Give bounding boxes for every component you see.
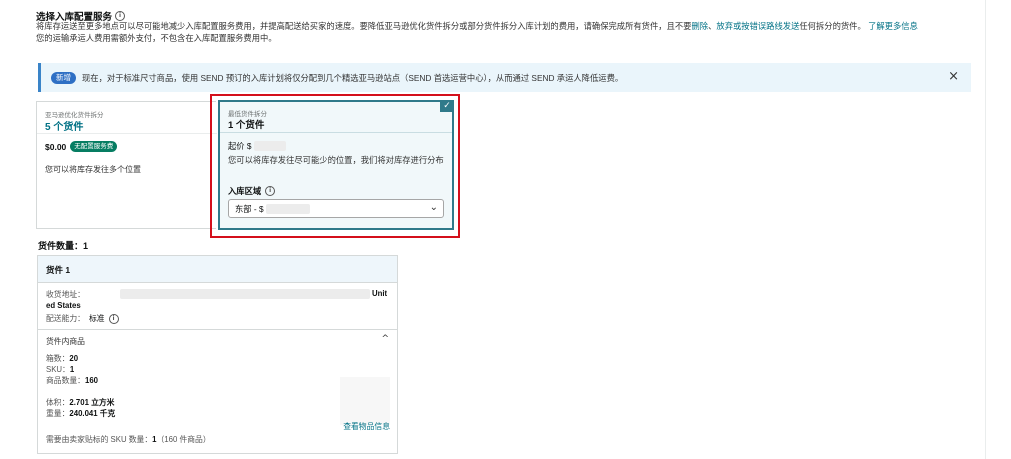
sku-value: 1	[69, 365, 75, 374]
sku-note-tail: （160 件商品）	[156, 435, 211, 444]
info-banner: 新增 现在，对于标准尺寸商品，使用 SEND 预订的入库计划将仅分配到几个精选亚…	[38, 63, 971, 92]
capability-value: 标准	[88, 314, 105, 323]
box-count: 箱数：20	[46, 353, 78, 364]
option-amazon-optimized[interactable]: 亚马逊优化货件拆分 5 个货件 $0.00 无配置服务费 您可以将库存发往多个位…	[36, 101, 217, 229]
chevron-up-icon[interactable]: ^	[381, 334, 389, 344]
weight: 重量：240.041 千克	[46, 408, 115, 419]
checkmark-icon: ✓	[440, 100, 454, 112]
items-section-title: 货件内商品	[46, 337, 85, 346]
shipment-header: 货件 1	[38, 256, 397, 283]
price-row: 起价 $	[228, 140, 286, 152]
redacted-address	[120, 289, 370, 299]
chevron-down-icon: ⌄	[429, 202, 438, 213]
capability-label: 配送能力：	[46, 314, 85, 323]
section-description: 将库存运送至更多地点可以尽可能地减少入库配置服务费用，并提高配送给买家的速度。要…	[36, 21, 966, 44]
redacted-region	[265, 203, 310, 214]
shipment-count-heading: 货件数量：1	[38, 241, 89, 251]
volume: 体积：2.701 立方米	[46, 397, 114, 408]
divider	[38, 329, 397, 330]
inbound-config-page: 选择入库配置服务 i 将库存运送至更多地点可以尽可能地减少入库配置服务费用，并提…	[24, 0, 986, 459]
product-thumbnail	[340, 377, 390, 425]
new-badge: 新增	[51, 71, 76, 84]
view-items-link[interactable]: 查看物品信息	[343, 421, 390, 432]
desc-carrier-note: 您的运输承运人费用需额外支付，不包含在入库配置服务费用中。	[36, 32, 277, 43]
option-note: 您可以将库存发往多个位置	[45, 165, 141, 174]
shipment-count: 1 个货件	[228, 120, 265, 131]
box-label: 箱数：	[46, 354, 70, 363]
banner-text: 现在，对于标准尺寸商品，使用 SEND 预订的入库计划将仅分配到几个精选亚马逊站…	[82, 72, 624, 83]
address-tail: Unit	[372, 289, 388, 298]
weight-label: 重量：	[46, 409, 70, 418]
divider	[220, 132, 452, 133]
seller-label-sku-note: 需要由卖家贴标的 SKU 数量：1（160 件商品）	[46, 434, 211, 445]
price-row: $0.00 无配置服务费	[45, 141, 118, 152]
sku-count: SKU：1	[46, 364, 74, 375]
address-line2: ed States	[46, 301, 81, 310]
region-selected-value: 东部 - $	[235, 203, 264, 214]
shipment-card: 货件 1 收货地址： Unit ed States 配送能力： 标准 i 货件内…	[37, 255, 398, 454]
item-quantity: 商品数量：160	[46, 375, 98, 386]
region-select[interactable]: 东部 - $ ⌄	[228, 199, 444, 218]
volume-label: 体积：	[46, 398, 70, 407]
desc-text-tail: 任何拆分的货件。	[799, 21, 866, 31]
delete-link[interactable]: 删除	[691, 21, 708, 31]
shipment-title: 货件 1	[46, 265, 71, 275]
desc-text: 将库存运送至更多地点可以尽可能地减少入库配置服务费用，并提高配送给买家的速度。要…	[36, 21, 692, 31]
info-icon[interactable]: i	[108, 313, 119, 324]
divider	[37, 133, 217, 134]
volume-value: 2.701 立方米	[69, 398, 115, 407]
price-prefix: 起价 $	[228, 141, 252, 151]
address-label: 收货地址：	[46, 290, 85, 299]
sku-note-label: 需要由卖家贴标的 SKU 数量：	[46, 435, 153, 444]
info-icon[interactable]: i	[265, 186, 276, 196]
box-value: 20	[69, 354, 79, 363]
info-icon[interactable]: i	[115, 11, 126, 21]
option-note: 您可以将库存发往尽可能少的位置，我们将对库存进行分布	[228, 155, 444, 165]
weight-value: 240.041 千克	[69, 409, 116, 418]
close-icon[interactable]: ×	[948, 69, 959, 84]
region-label: 入库区域 i	[228, 185, 276, 197]
shipment-count: 5 个货件	[45, 122, 84, 133]
redacted-price	[253, 141, 286, 151]
delivery-capability: 配送能力： 标准 i	[46, 313, 119, 324]
price-value: $0.00	[45, 141, 67, 152]
option-minimal-split[interactable]: ✓ 最低货件拆分 1 个货件 起价 $ 您可以将库存发往尽可能少的位置，我们将对…	[218, 100, 454, 230]
learn-more-link[interactable]: 了解更多信息	[868, 21, 918, 31]
ship-address: 收货地址： Unit	[46, 289, 391, 300]
no-fee-badge: 无配置服务费	[70, 141, 118, 152]
abandon-link[interactable]: 放弃或按错误路线发送	[716, 21, 799, 31]
region-label-text: 入库区域	[228, 186, 262, 196]
sku-label: SKU：	[46, 365, 70, 374]
qty-label: 商品数量：	[46, 376, 85, 385]
qty-value: 160	[84, 376, 98, 385]
